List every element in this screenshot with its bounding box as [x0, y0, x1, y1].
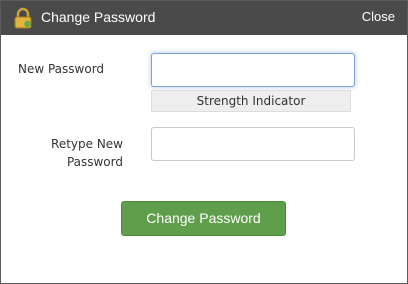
- new-password-label: New Password: [18, 62, 105, 76]
- retype-password-label: Retype New Password: [51, 137, 123, 169]
- change-password-button[interactable]: Change Password: [121, 201, 286, 236]
- retype-password-input[interactable]: [151, 127, 355, 161]
- lock-icon: [13, 7, 33, 29]
- change-password-dialog: Change Password Close New Password Stren…: [0, 0, 408, 284]
- new-password-input[interactable]: [151, 53, 355, 87]
- dialog-titlebar: Change Password Close: [1, 1, 407, 35]
- strength-indicator: Strength Indicator: [151, 90, 351, 112]
- dialog-title: Change Password: [41, 9, 156, 25]
- close-button[interactable]: Close: [362, 9, 395, 24]
